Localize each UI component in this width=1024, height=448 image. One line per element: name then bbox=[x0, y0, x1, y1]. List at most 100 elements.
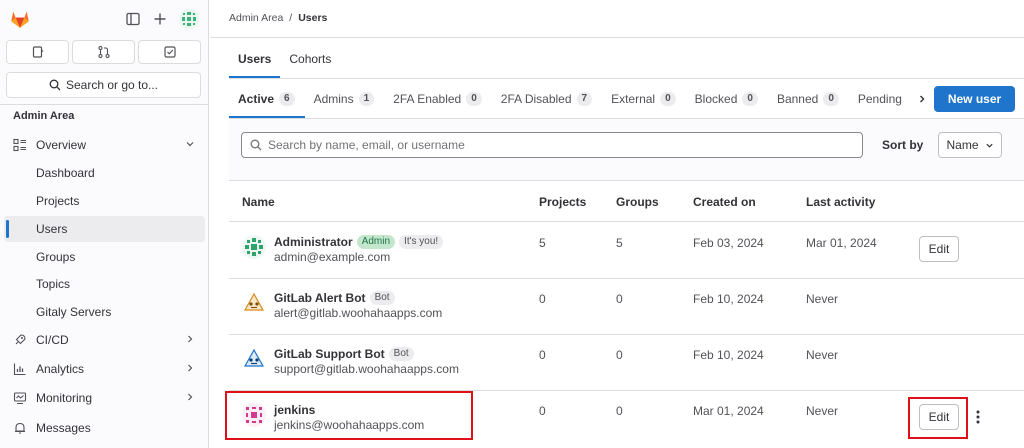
sidebar: Search or go to... Admin Area Overview D… bbox=[0, 0, 209, 448]
last-activity: Never bbox=[806, 348, 839, 362]
sidebar-item-messages[interactable]: Messages bbox=[4, 415, 205, 441]
last-activity: Never bbox=[806, 292, 839, 306]
groups-count: 0 bbox=[616, 404, 623, 418]
sidebar-item-label: Analytics bbox=[36, 362, 85, 376]
sidebar-toggle-icon[interactable] bbox=[124, 10, 142, 28]
sidebar-search-button[interactable]: Search or go to... bbox=[6, 72, 201, 98]
projects-count: 0 bbox=[539, 292, 546, 306]
count-badge: 0 bbox=[823, 92, 839, 106]
created-on: Feb 03, 2024 bbox=[693, 236, 764, 250]
sidebar-item-label: Overview bbox=[36, 138, 87, 152]
highlight-box-edit bbox=[908, 397, 968, 439]
tab-external[interactable]: External 0 bbox=[602, 84, 686, 118]
table-row: GitLab Support Bot Bot support@gitlab.wo… bbox=[229, 335, 1024, 391]
tab-admins[interactable]: Admins 1 bbox=[305, 84, 385, 118]
highlight-box-user bbox=[225, 391, 473, 440]
bot-badge: Bot bbox=[369, 291, 395, 305]
sidebar-item-monitoring[interactable]: Monitoring bbox=[4, 385, 205, 411]
tab-blocked[interactable]: Blocked 0 bbox=[686, 84, 768, 118]
groups-count: 5 bbox=[616, 236, 623, 250]
filter-bar: Sort by Name bbox=[229, 119, 1024, 181]
tab-pending[interactable]: Pending bbox=[849, 84, 912, 118]
tab-2fa-disabled[interactable]: 2FA Disabled 7 bbox=[492, 84, 602, 118]
chevron-right-icon bbox=[185, 333, 195, 347]
scroll-right-button[interactable] bbox=[912, 88, 932, 110]
count-badge: 0 bbox=[660, 92, 676, 106]
sidebar-item-groups[interactable]: Groups bbox=[4, 244, 205, 270]
edit-button[interactable]: Edit bbox=[919, 236, 959, 262]
sidebar-item-label: Users bbox=[36, 222, 68, 236]
sidebar-item-users[interactable]: Users bbox=[4, 216, 205, 242]
tab-banned[interactable]: Banned 0 bbox=[768, 84, 849, 118]
breadcrumb-separator: / bbox=[289, 12, 293, 24]
alert-bot-avatar[interactable] bbox=[242, 291, 266, 315]
projects-count: 0 bbox=[539, 348, 546, 362]
merge-requests-button[interactable] bbox=[72, 40, 135, 64]
gitlab-logo-icon[interactable] bbox=[9, 8, 31, 30]
breadcrumb-parent-link[interactable]: Admin Area bbox=[229, 12, 283, 24]
search-input[interactable] bbox=[268, 138, 828, 152]
tab-2fa-enabled[interactable]: 2FA Enabled 0 bbox=[384, 84, 492, 118]
sidebar-item-label: Monitoring bbox=[36, 391, 93, 405]
sidebar-item-label: Messages bbox=[36, 421, 91, 435]
create-new-icon[interactable] bbox=[151, 10, 169, 28]
chart-icon bbox=[12, 361, 28, 377]
count-badge: 6 bbox=[279, 92, 295, 106]
sidebar-item-dashboard[interactable]: Dashboard bbox=[4, 160, 205, 186]
sidebar-item-cicd[interactable]: CI/CD bbox=[4, 327, 205, 353]
sidebar-item-topics[interactable]: Topics bbox=[4, 271, 205, 297]
issues-button[interactable] bbox=[6, 40, 69, 64]
last-activity: Never bbox=[806, 404, 839, 418]
sidebar-item-projects[interactable]: Projects bbox=[4, 188, 205, 214]
todos-button[interactable] bbox=[138, 40, 201, 64]
tab-cohorts[interactable]: Cohorts bbox=[280, 44, 340, 78]
new-user-button[interactable]: New user bbox=[934, 86, 1015, 112]
sidebar-item-label: Projects bbox=[36, 194, 80, 208]
tab-active[interactable]: Active 6 bbox=[229, 84, 305, 118]
projects-count: 0 bbox=[539, 404, 546, 418]
count-badge: 1 bbox=[358, 92, 375, 106]
tab-label: 2FA Disabled bbox=[500, 92, 572, 106]
sidebar-item-analytics[interactable]: Analytics bbox=[4, 356, 205, 382]
more-actions-icon[interactable] bbox=[971, 407, 985, 427]
search-field[interactable] bbox=[241, 132, 863, 158]
user-email[interactable]: admin@example.com bbox=[274, 250, 390, 264]
tab-label: Banned bbox=[776, 92, 819, 106]
tabs-divider bbox=[229, 78, 1024, 79]
rocket-icon bbox=[12, 332, 28, 348]
table-header: Name Projects Groups Created on Last act… bbox=[229, 182, 1024, 222]
sidebar-quick-buttons bbox=[6, 40, 201, 64]
column-header-created-on: Created on bbox=[693, 195, 756, 209]
main-content: Admin Area / Users Users Cohorts Active … bbox=[210, 0, 1024, 448]
sidebar-item-gitaly-servers[interactable]: Gitaly Servers bbox=[4, 299, 205, 325]
sidebar-section-title: Admin Area bbox=[13, 110, 75, 122]
tab-users[interactable]: Users bbox=[229, 44, 281, 78]
user-email[interactable]: alert@gitlab.woohahaapps.com bbox=[274, 306, 442, 320]
sidebar-item-label: CI/CD bbox=[36, 333, 69, 347]
sort-dropdown[interactable]: Name bbox=[938, 132, 1002, 158]
column-header-projects: Projects bbox=[539, 195, 587, 209]
table-row: Administrator Admin It's you! admin@exam… bbox=[229, 223, 1024, 279]
support-bot-avatar[interactable] bbox=[242, 347, 266, 371]
user-name-link[interactable]: GitLab Alert Bot Bot bbox=[274, 291, 395, 305]
last-activity: Mar 01, 2024 bbox=[806, 236, 877, 250]
column-header-groups: Groups bbox=[616, 195, 659, 209]
tab-label: Admins bbox=[313, 92, 354, 106]
sidebar-item-overview[interactable]: Overview bbox=[4, 132, 205, 158]
chevron-right-icon bbox=[185, 362, 195, 376]
user-name-link[interactable]: Administrator Admin It's you! bbox=[274, 235, 444, 249]
created-on: Mar 01, 2024 bbox=[693, 404, 764, 418]
monitor-icon bbox=[12, 390, 28, 406]
user-avatar[interactable] bbox=[242, 235, 266, 259]
merge-request-icon bbox=[97, 45, 110, 59]
user-name-link[interactable]: GitLab Support Bot Bot bbox=[274, 347, 414, 361]
count-badge: 0 bbox=[742, 92, 758, 106]
user-avatar-icon[interactable] bbox=[179, 9, 199, 29]
chevron-down-icon bbox=[185, 138, 195, 152]
user-email[interactable]: support@gitlab.woohahaapps.com bbox=[274, 362, 459, 376]
breadcrumb-current[interactable]: Users bbox=[298, 12, 327, 24]
sidebar-search-label: Search or go to... bbox=[65, 78, 159, 92]
user-name: GitLab Alert Bot bbox=[274, 291, 366, 305]
admin-badge: Admin bbox=[356, 235, 396, 249]
bot-badge: Bot bbox=[388, 347, 414, 361]
